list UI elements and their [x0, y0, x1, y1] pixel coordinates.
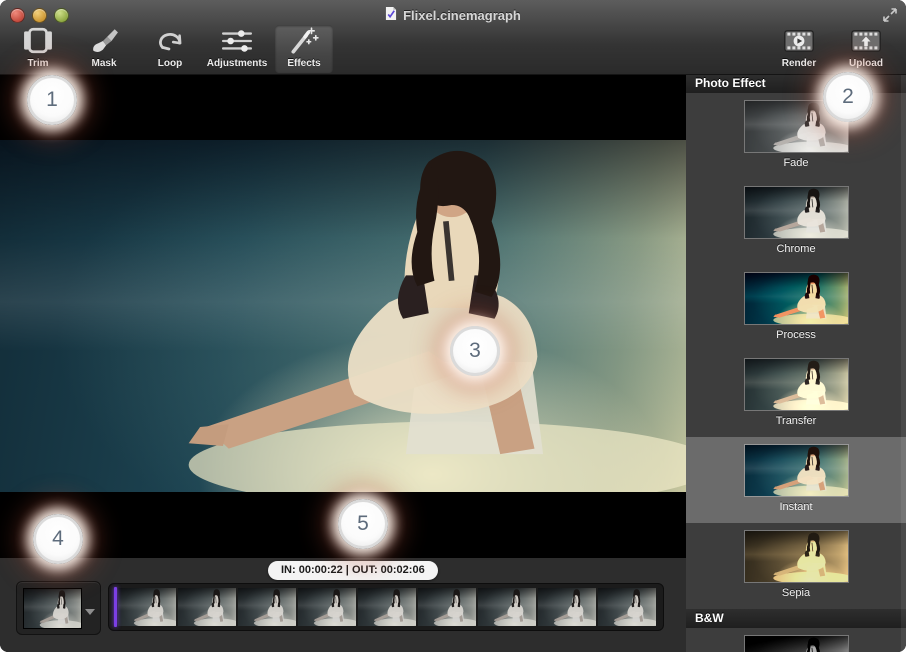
effect-thumb-transfer: [744, 358, 849, 411]
loop-label: Loop: [158, 58, 182, 69]
mask-label: Mask: [91, 58, 116, 69]
effect-item-bw-partial[interactable]: [686, 628, 906, 652]
clip-preview-thumb: [23, 588, 82, 629]
bw-section-header: B&W: [686, 609, 906, 628]
callout-badge-4: 4: [33, 514, 83, 564]
render-label: Render: [782, 58, 816, 69]
timeline-filmstrip[interactable]: [108, 583, 664, 631]
upload-label: Upload: [849, 58, 883, 69]
filmstrip-frame: [418, 588, 476, 626]
filmstrip-frame: [358, 588, 416, 626]
effect-label-chrome: Chrome: [776, 243, 815, 255]
callout-badge-5: 5: [338, 499, 388, 549]
app-window: Flixel.cinemagraph Trim: [0, 0, 906, 652]
effects-label: Effects: [287, 58, 320, 69]
loop-button[interactable]: Loop: [144, 25, 196, 73]
render-button[interactable]: Render: [772, 25, 826, 73]
window-header: Flixel.cinemagraph Trim: [0, 0, 906, 75]
titlebar: Flixel.cinemagraph: [0, 6, 906, 24]
filmstrip-frame: [598, 588, 656, 626]
effect-label-sepia: Sepia: [782, 587, 810, 599]
effect-thumb-bw: [744, 635, 849, 652]
expand-icon[interactable]: [882, 7, 898, 23]
trim-icon: [23, 25, 53, 57]
effect-thumb-chrome: [744, 186, 849, 239]
effect-item-chrome[interactable]: Chrome: [686, 179, 906, 265]
video-preview-stage[interactable]: [0, 74, 686, 558]
in-out-timecode-badge: IN: 00:00:22 | OUT: 00:02:06: [268, 561, 438, 580]
adjustments-sliders-icon: [221, 25, 253, 57]
clip-preview-dropdown[interactable]: [16, 581, 101, 635]
effect-item-instant[interactable]: Instant: [686, 437, 906, 523]
document-icon: [385, 6, 397, 24]
callout-badge-3: 3: [450, 326, 500, 376]
filmstrip-frame: [178, 588, 236, 626]
trim-label: Trim: [27, 58, 48, 69]
mask-brush-icon: [89, 25, 119, 57]
adjustments-label: Adjustments: [207, 58, 268, 69]
trim-button[interactable]: Trim: [14, 25, 62, 73]
effect-item-sepia[interactable]: Sepia: [686, 523, 906, 609]
effect-thumb-instant: [744, 444, 849, 497]
effect-item-transfer[interactable]: Transfer: [686, 351, 906, 437]
filmstrip-frame: [118, 588, 176, 626]
chevron-down-icon: [84, 603, 96, 621]
upload-film-icon: [851, 25, 881, 57]
filmstrip-frame: [238, 588, 296, 626]
cinemagraph-preview: [0, 140, 686, 492]
sidebar-scrollbar[interactable]: [901, 74, 906, 652]
effect-label-instant: Instant: [779, 501, 812, 513]
effect-label-transfer: Transfer: [776, 415, 817, 427]
effects-sidebar: Photo Effect Fade: [686, 74, 906, 652]
bw-partial-scene: [745, 636, 848, 652]
adjustments-button[interactable]: Adjustments: [205, 25, 269, 73]
effects-wand-icon: [289, 25, 319, 57]
filmstrip-frame: [298, 588, 356, 626]
render-film-icon: [784, 25, 814, 57]
effect-label-process: Process: [776, 329, 816, 341]
effect-label-fade: Fade: [783, 157, 808, 169]
mask-button[interactable]: Mask: [78, 25, 130, 73]
window-title-text: Flixel.cinemagraph: [403, 8, 521, 23]
effect-thumb-process: [744, 272, 849, 325]
timeline-panel: IN: 00:00:22 | OUT: 00:02:06: [0, 558, 686, 652]
filmstrip-frame: [478, 588, 536, 626]
filmstrip-frame: [538, 588, 596, 626]
toolbar: Trim Mask: [0, 24, 906, 74]
filmstrip-frames: [118, 588, 658, 626]
cinemagraph-scene: [0, 140, 686, 492]
loop-icon: [154, 25, 186, 57]
effect-thumb-sepia: [744, 530, 849, 583]
effects-button[interactable]: Effects: [275, 25, 333, 73]
effect-item-process[interactable]: Process: [686, 265, 906, 351]
upload-button[interactable]: Upload: [840, 25, 892, 73]
callout-badge-2: 2: [823, 72, 873, 122]
effect-item-fade[interactable]: Fade: [686, 93, 906, 179]
callout-badge-1: 1: [27, 75, 77, 125]
photo-effect-section-header: Photo Effect: [686, 74, 906, 93]
timeline-playhead[interactable]: [114, 587, 117, 627]
